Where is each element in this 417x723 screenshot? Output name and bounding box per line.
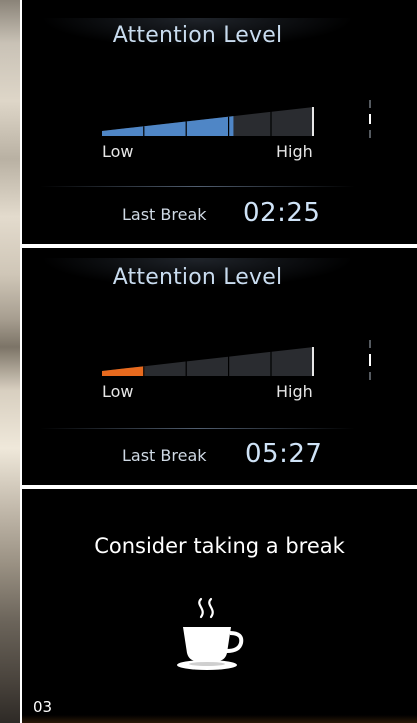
last-break-time: 05:27 <box>245 439 323 469</box>
last-break-label: Last Break <box>122 205 207 224</box>
meter-segment <box>271 107 313 136</box>
meter-segment <box>229 111 271 136</box>
meter-fill <box>102 366 145 376</box>
meter-segment <box>271 347 313 376</box>
meter-gap <box>228 116 230 136</box>
coffee-cup-icon <box>175 595 247 675</box>
bottom-glow <box>22 715 417 723</box>
attention-meter-bar <box>102 107 314 136</box>
divider <box>40 428 355 429</box>
panel-title: Attention Level <box>112 23 283 48</box>
meter-end-tick <box>312 107 314 136</box>
meter-low-label: Low <box>102 142 134 161</box>
meter-segment <box>229 351 271 376</box>
meter-gap <box>143 126 145 136</box>
car-interior-background <box>0 0 20 723</box>
break-message: Consider taking a break <box>94 534 345 558</box>
meter-high-label: High <box>276 382 313 401</box>
meter-high-label: High <box>276 142 313 161</box>
screenshot-stage: Attention Level Low High Last Break 02:2… <box>0 0 417 723</box>
meter-low-label: Low <box>102 382 134 401</box>
attention-meter <box>102 107 314 136</box>
page-number: 03 <box>33 698 53 716</box>
meter-gap <box>143 366 145 376</box>
panel-title: Attention Level <box>112 265 283 290</box>
level-indicator <box>368 100 372 146</box>
meter-segment <box>186 356 228 376</box>
meter-segment <box>144 361 186 376</box>
level-indicator <box>368 340 372 386</box>
attention-meter <box>102 347 314 376</box>
meter-gap <box>185 121 187 136</box>
attention-meter-bar <box>102 347 314 376</box>
last-break-label: Last Break <box>122 446 207 465</box>
meter-end-tick <box>312 347 314 376</box>
meter-fill <box>102 116 234 136</box>
divider <box>40 186 355 187</box>
last-break-time: 02:25 <box>243 198 321 228</box>
